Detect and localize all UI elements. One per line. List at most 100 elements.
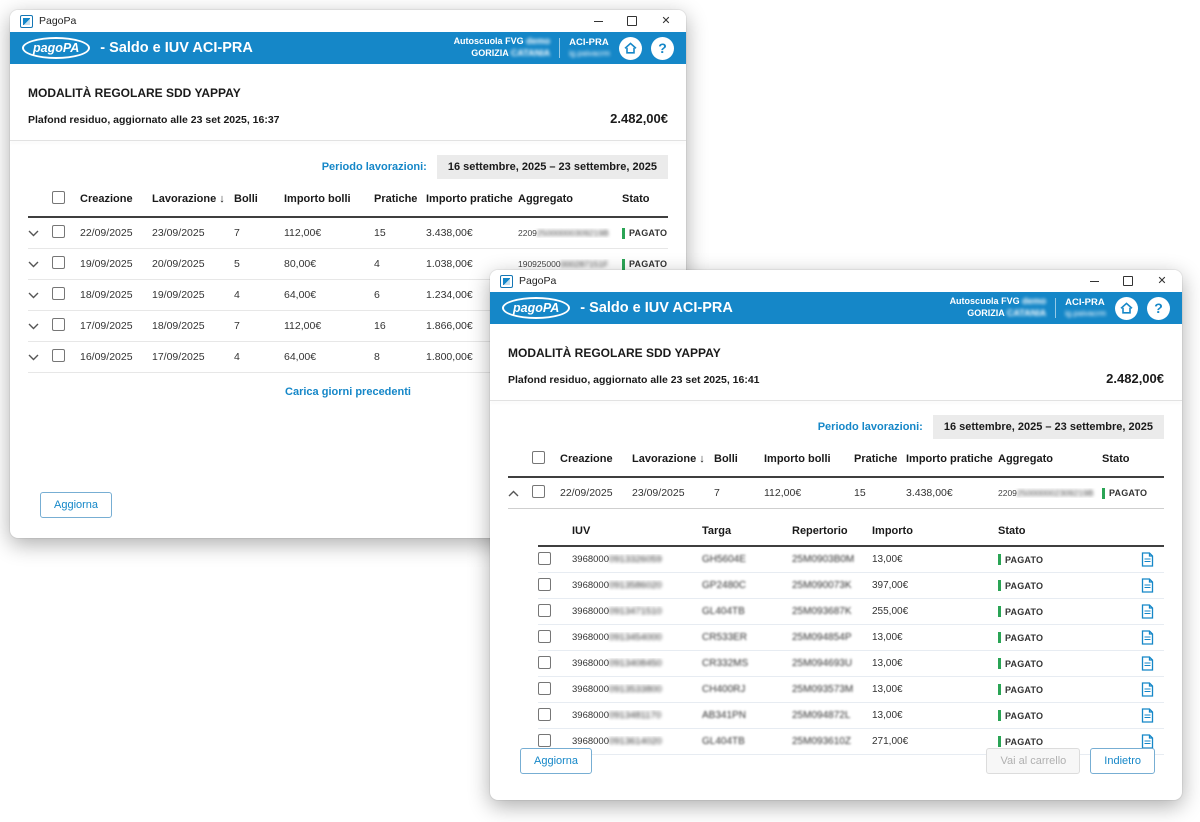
iuv-row: 39680000913586020 GP2480C 25M090073K 397… <box>538 573 1164 599</box>
cell-pratiche: 15 <box>374 227 426 239</box>
close-button[interactable]: ✕ <box>1156 275 1168 287</box>
iuv-checkbox[interactable] <box>538 656 551 669</box>
cell-targa: AB341PN <box>702 710 792 721</box>
cell-lavorazione: 17/09/2025 <box>152 351 234 363</box>
iuv-checkbox[interactable] <box>538 682 551 695</box>
status-badge: PAGATO <box>998 606 1134 617</box>
iuv-row: 39680000913326059 GH5604E 25M0903B0M 13,… <box>538 547 1164 573</box>
iuv-checkbox[interactable] <box>538 604 551 617</box>
cell-iuv: 39680000913586020 <box>572 580 702 591</box>
minimize-button[interactable] <box>1088 275 1100 287</box>
aggiorna-button[interactable]: Aggiorna <box>40 492 112 518</box>
aggiorna-button[interactable]: Aggiorna <box>520 748 592 774</box>
receipt-icon[interactable] <box>1134 734 1164 749</box>
cell-importo: 397,00€ <box>872 580 998 591</box>
cell-importo: 13,00€ <box>872 632 998 643</box>
minimize-button[interactable] <box>592 15 604 27</box>
mode-title: MODALITÀ REGOLARE SDD YAPPAY <box>508 346 1164 360</box>
col-lavorazione[interactable]: Lavorazione ↓ <box>152 193 234 205</box>
iuv-checkbox[interactable] <box>538 552 551 565</box>
receipt-icon[interactable] <box>1134 630 1164 645</box>
cell-bolli: 4 <box>234 289 284 301</box>
chevron-down-icon[interactable] <box>28 261 52 268</box>
col-creazione[interactable]: Creazione <box>80 193 152 205</box>
select-all-checkbox[interactable] <box>52 191 65 204</box>
col-aggregato[interactable]: Aggregato <box>998 453 1102 465</box>
header-separator <box>1055 298 1056 318</box>
help-icon[interactable]: ? <box>1147 297 1170 320</box>
receipt-icon[interactable] <box>1134 656 1164 671</box>
cell-importo-bolli: 112,00€ <box>284 227 374 239</box>
receipt-icon[interactable] <box>1134 682 1164 697</box>
cell-iuv: 39680000913326059 <box>572 554 702 565</box>
close-button[interactable]: ✕ <box>660 15 672 27</box>
section-divider <box>10 140 686 141</box>
vai-al-carrello-button[interactable]: Vai al carrello <box>986 748 1080 774</box>
help-icon[interactable]: ? <box>651 37 674 60</box>
chevron-down-icon[interactable] <box>28 323 52 330</box>
receipt-icon[interactable] <box>1134 552 1164 567</box>
cell-targa: GP2480C <box>702 580 792 591</box>
maximize-button[interactable] <box>1122 275 1134 287</box>
col-lavorazione[interactable]: Lavorazione ↓ <box>632 453 714 465</box>
cell-importo-pratiche: 3.438,00€ <box>906 487 998 499</box>
status-badge: PAGATO <box>998 710 1134 721</box>
col-creazione[interactable]: Creazione <box>560 453 632 465</box>
iuv-checkbox[interactable] <box>538 630 551 643</box>
cell-iuv: 39680000913614020 <box>572 736 702 747</box>
cell-lavorazione: 23/09/2025 <box>152 227 234 239</box>
status-badge: PAGATO <box>998 658 1134 669</box>
row-checkbox[interactable] <box>52 225 65 238</box>
col-importo-pratiche[interactable]: Importo pratiche <box>426 193 518 205</box>
period-range[interactable]: 16 settembre, 2025 – 23 settembre, 2025 <box>437 155 668 179</box>
receipt-icon[interactable] <box>1134 708 1164 723</box>
home-icon[interactable] <box>1115 297 1138 320</box>
col-bolli[interactable]: Bolli <box>714 453 764 465</box>
col-pratiche[interactable]: Pratiche <box>854 453 906 465</box>
iuv-checkbox[interactable] <box>538 708 551 721</box>
chevron-down-icon[interactable] <box>28 292 52 299</box>
col-aggregato[interactable]: Aggregato <box>518 193 622 205</box>
iuv-checkbox[interactable] <box>538 578 551 591</box>
col-importo-bolli[interactable]: Importo bolli <box>284 193 374 205</box>
titlebar[interactable]: PagoPa ✕ <box>490 270 1182 292</box>
col-stato[interactable]: Stato <box>1102 453 1164 465</box>
period-range[interactable]: 16 settembre, 2025 – 23 settembre, 2025 <box>933 415 1164 439</box>
home-icon[interactable] <box>619 37 642 60</box>
iuv-table-header: IUV Targa Repertorio Importo Stato <box>538 525 1164 547</box>
row-checkbox[interactable] <box>52 287 65 300</box>
select-all-checkbox[interactable] <box>532 451 545 464</box>
col-bolli[interactable]: Bolli <box>234 193 284 205</box>
app-icon <box>20 15 33 28</box>
cell-pratiche: 8 <box>374 351 426 363</box>
row-checkbox[interactable] <box>52 318 65 331</box>
cell-importo-pratiche: 1.038,00€ <box>426 258 518 270</box>
page-title: - Saldo e IUV ACI-PRA <box>580 300 733 316</box>
col-pratiche[interactable]: Pratiche <box>374 193 426 205</box>
col-importo-pratiche[interactable]: Importo pratiche <box>906 453 998 465</box>
period-label: Periodo lavorazioni: <box>818 421 923 433</box>
cell-aggregato: 220925000000309219B <box>518 228 622 238</box>
row-checkbox[interactable] <box>532 485 545 498</box>
plafond-value: 2.482,00€ <box>1106 371 1164 386</box>
row-checkbox[interactable] <box>52 349 65 362</box>
chevron-down-icon[interactable] <box>28 354 52 361</box>
titlebar[interactable]: PagoPa ✕ <box>10 10 686 32</box>
cell-importo-bolli: 112,00€ <box>284 320 374 332</box>
cell-repertorio: 25M0903B0M <box>792 554 872 565</box>
iuv-checkbox[interactable] <box>538 734 551 747</box>
chevron-up-icon[interactable] <box>508 490 532 497</box>
row-checkbox[interactable] <box>52 256 65 269</box>
col-stato[interactable]: Stato <box>622 193 668 205</box>
plafond-label: Plafond residuo, aggiornato alle 23 set … <box>508 374 760 386</box>
indietro-button[interactable]: Indietro <box>1090 748 1155 774</box>
receipt-icon[interactable] <box>1134 604 1164 619</box>
cell-aggregato: 190925000000287151F <box>518 259 622 269</box>
receipt-icon[interactable] <box>1134 578 1164 593</box>
header-separator <box>559 38 560 58</box>
chevron-down-icon[interactable] <box>28 230 52 237</box>
cell-targa: CR533ER <box>702 632 792 643</box>
col-importo-bolli[interactable]: Importo bolli <box>764 453 854 465</box>
maximize-button[interactable] <box>626 15 638 27</box>
cell-targa: GH5604E <box>702 554 792 565</box>
